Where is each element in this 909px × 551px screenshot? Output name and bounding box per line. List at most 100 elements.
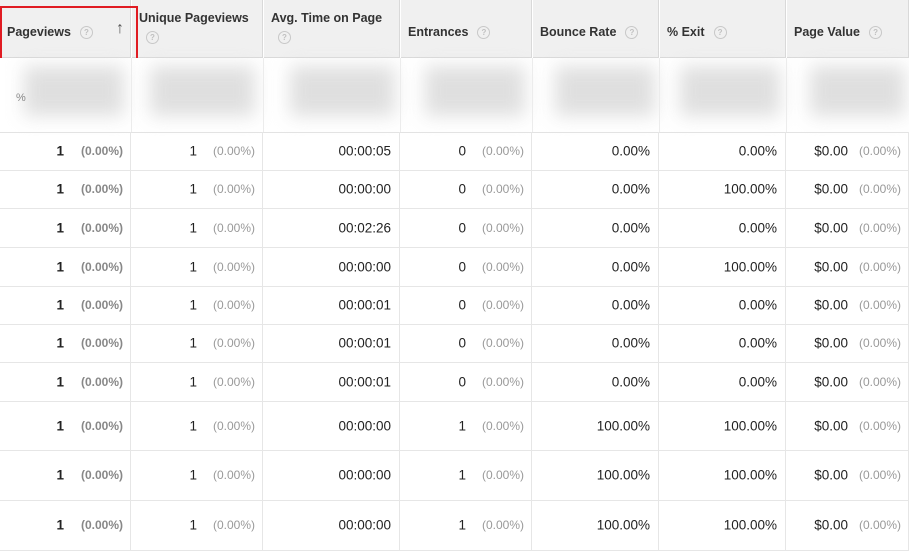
entrances-value: 1 bbox=[458, 517, 466, 533]
pageviews-cell: 1 (0.00%) bbox=[0, 132, 131, 170]
exit-cell: 100.00% bbox=[660, 450, 786, 500]
bounce-rate-value: 0.00% bbox=[611, 220, 650, 235]
table-row[interactable]: 1 (0.00%) 1 (0.00%) 00:02:26 0 (0.00%) 0.00% 0.0… bbox=[0, 208, 909, 248]
exit-cell: 100.00% bbox=[660, 247, 786, 286]
table-row[interactable]: 1 (0.00%) 1 (0.00%) 00:00:00 0 (0.00%) 0.00% 100… bbox=[0, 247, 909, 287]
unique-pageviews-cell: 1 (0.00%) bbox=[132, 247, 263, 286]
unique-pageviews-percent: (0.00%) bbox=[212, 298, 255, 312]
avg-time-cell: 00:00:01 bbox=[264, 286, 400, 324]
pageviews-percent: (0.00%) bbox=[80, 468, 123, 482]
pageviews-cell: 1 (0.00%) bbox=[0, 324, 131, 362]
pageviews-cell: 1 (0.00%) bbox=[0, 450, 131, 500]
help-icon[interactable]: ? bbox=[146, 31, 159, 44]
pageviews-percent: (0.00%) bbox=[80, 144, 123, 158]
pageviews-cell: 1 (0.00%) bbox=[0, 208, 131, 247]
page-value-value: $0.00 bbox=[814, 220, 848, 235]
bounce-rate-cell: 0.00% bbox=[533, 286, 659, 324]
table-row[interactable]: 1 (0.00%) 1 (0.00%) 00:00:01 0 (0.00%) 0.00% 0.0… bbox=[0, 286, 909, 325]
pageviews-percent: (0.00%) bbox=[80, 298, 123, 312]
table-row[interactable]: 1 (0.00%) 1 (0.00%) 00:00:00 1 (0.00%) 100.00% 1… bbox=[0, 450, 909, 501]
bounce-rate-cell: 100.00% bbox=[533, 450, 659, 500]
table-row[interactable]: 1 (0.00%) 1 (0.00%) 00:00:00 0 (0.00%) 0.00% 100… bbox=[0, 170, 909, 209]
avg-time-cell: 00:00:05 bbox=[264, 132, 400, 170]
unique-pageviews-cell: 1 (0.00%) bbox=[132, 208, 263, 247]
help-icon[interactable]: ? bbox=[625, 26, 639, 40]
table-row[interactable]: 1 (0.00%) 1 (0.00%) 00:00:05 0 (0.00%) 0.00% 0.0… bbox=[0, 132, 909, 171]
help-icon[interactable]: ? bbox=[869, 26, 883, 40]
avg-time-value: 00:00:00 bbox=[338, 181, 391, 197]
help-icon[interactable]: ? bbox=[278, 31, 291, 44]
blurred-total bbox=[810, 66, 905, 116]
unique-pageviews-value: 1 bbox=[189, 181, 197, 197]
header-pageviews-label: Pageviews bbox=[7, 25, 71, 39]
unique-pageviews-cell: 1 (0.00%) bbox=[132, 286, 263, 324]
page-value-value: $0.00 bbox=[814, 259, 848, 274]
bounce-rate-value: 0.00% bbox=[611, 297, 650, 313]
bounce-rate-value: 100.00% bbox=[596, 517, 650, 533]
help-icon[interactable]: ? bbox=[713, 26, 727, 40]
exit-cell: 0.00% bbox=[660, 208, 786, 247]
page-value-value: $0.00 bbox=[814, 418, 848, 433]
pageviews-percent: (0.00%) bbox=[80, 220, 123, 235]
exit-value: 100.00% bbox=[723, 181, 777, 197]
unique-pageviews-percent: (0.00%) bbox=[212, 418, 255, 433]
header-entrances-label: Entrances bbox=[408, 25, 469, 39]
page-value-value: $0.00 bbox=[814, 374, 848, 389]
header-entrances[interactable]: Entrances? bbox=[401, 0, 532, 58]
header-avg-time-on-page[interactable]: Avg. Time on Page ? bbox=[264, 0, 400, 58]
bounce-rate-value: 0.00% bbox=[611, 181, 650, 197]
entrances-cell: 1 (0.00%) bbox=[401, 500, 532, 550]
page-value-cell: $0.00 (0.00%) bbox=[787, 170, 909, 208]
avg-time-value: 00:00:00 bbox=[338, 418, 391, 433]
pageviews-percent: (0.00%) bbox=[80, 259, 123, 274]
bounce-rate-cell: 0.00% bbox=[533, 208, 659, 247]
entrances-percent: (0.00%) bbox=[481, 518, 524, 532]
header-unique-pageviews-label: Unique Pageviews bbox=[139, 11, 249, 25]
header-page-value[interactable]: Page Value? bbox=[787, 0, 909, 58]
exit-value: 0.00% bbox=[738, 374, 777, 389]
header-pageviews[interactable]: Pageviews? ↑ bbox=[0, 0, 131, 58]
header-unique-pageviews[interactable]: Unique Pageviews ? bbox=[132, 0, 263, 58]
header-page-value-label: Page Value bbox=[794, 25, 861, 39]
bounce-rate-value: 0.00% bbox=[611, 374, 650, 389]
help-icon[interactable]: ? bbox=[477, 26, 491, 40]
entrances-cell: 0 (0.00%) bbox=[401, 286, 532, 324]
avg-time-value: 00:00:00 bbox=[338, 259, 391, 274]
entrances-percent: (0.00%) bbox=[481, 336, 524, 350]
page-value-cell: $0.00 (0.00%) bbox=[787, 208, 909, 247]
page-value-value: $0.00 bbox=[814, 467, 848, 483]
bounce-rate-value: 0.00% bbox=[611, 143, 650, 159]
table-row[interactable]: 1 (0.00%) 1 (0.00%) 00:00:01 0 (0.00%) 0.00% 0.0… bbox=[0, 324, 909, 363]
unique-pageviews-value: 1 bbox=[189, 418, 197, 433]
page-value-cell: $0.00 (0.00%) bbox=[787, 286, 909, 324]
unique-pageviews-value: 1 bbox=[189, 517, 197, 533]
pageviews-cell: 1 (0.00%) bbox=[0, 170, 131, 208]
page-value-percent: (0.00%) bbox=[858, 182, 901, 196]
header-bounce-rate[interactable]: Bounce Rate? bbox=[533, 0, 659, 58]
help-icon[interactable]: ? bbox=[79, 26, 93, 40]
page-value-cell: $0.00 (0.00%) bbox=[787, 401, 909, 450]
header-exit[interactable]: % Exit? bbox=[660, 0, 786, 58]
avg-time-cell: 00:00:01 bbox=[264, 362, 400, 401]
sort-ascending-icon[interactable]: ↑ bbox=[116, 20, 124, 38]
unique-pageviews-percent: (0.00%) bbox=[212, 182, 255, 196]
entrances-cell: 0 (0.00%) bbox=[401, 170, 532, 208]
pageviews-cell: 1 (0.00%) bbox=[0, 500, 131, 550]
unique-pageviews-value: 1 bbox=[189, 143, 197, 159]
entrances-value: 0 bbox=[458, 297, 466, 313]
table-row[interactable]: 1 (0.00%) 1 (0.00%) 00:00:01 0 (0.00%) 0.00% 0.0… bbox=[0, 362, 909, 402]
entrances-value: 0 bbox=[458, 181, 466, 197]
page-value-value: $0.00 bbox=[814, 143, 848, 159]
exit-cell: 100.00% bbox=[660, 170, 786, 208]
unique-pageviews-percent: (0.00%) bbox=[212, 518, 255, 532]
page-value-percent: (0.00%) bbox=[858, 518, 901, 532]
bounce-rate-cell: 0.00% bbox=[533, 170, 659, 208]
avg-time-value: 00:00:05 bbox=[338, 143, 391, 159]
avg-time-value: 00:00:00 bbox=[338, 517, 391, 533]
table-row[interactable]: 1 (0.00%) 1 (0.00%) 00:00:00 1 (0.00%) 100.00% 1… bbox=[0, 500, 909, 551]
exit-cell: 100.00% bbox=[660, 401, 786, 450]
unique-pageviews-cell: 1 (0.00%) bbox=[132, 500, 263, 550]
unique-pageviews-value: 1 bbox=[189, 467, 197, 483]
pageviews-value: 1 bbox=[56, 517, 64, 533]
table-row[interactable]: 1 (0.00%) 1 (0.00%) 00:00:00 1 (0.00%) 100.00% 1… bbox=[0, 401, 909, 451]
